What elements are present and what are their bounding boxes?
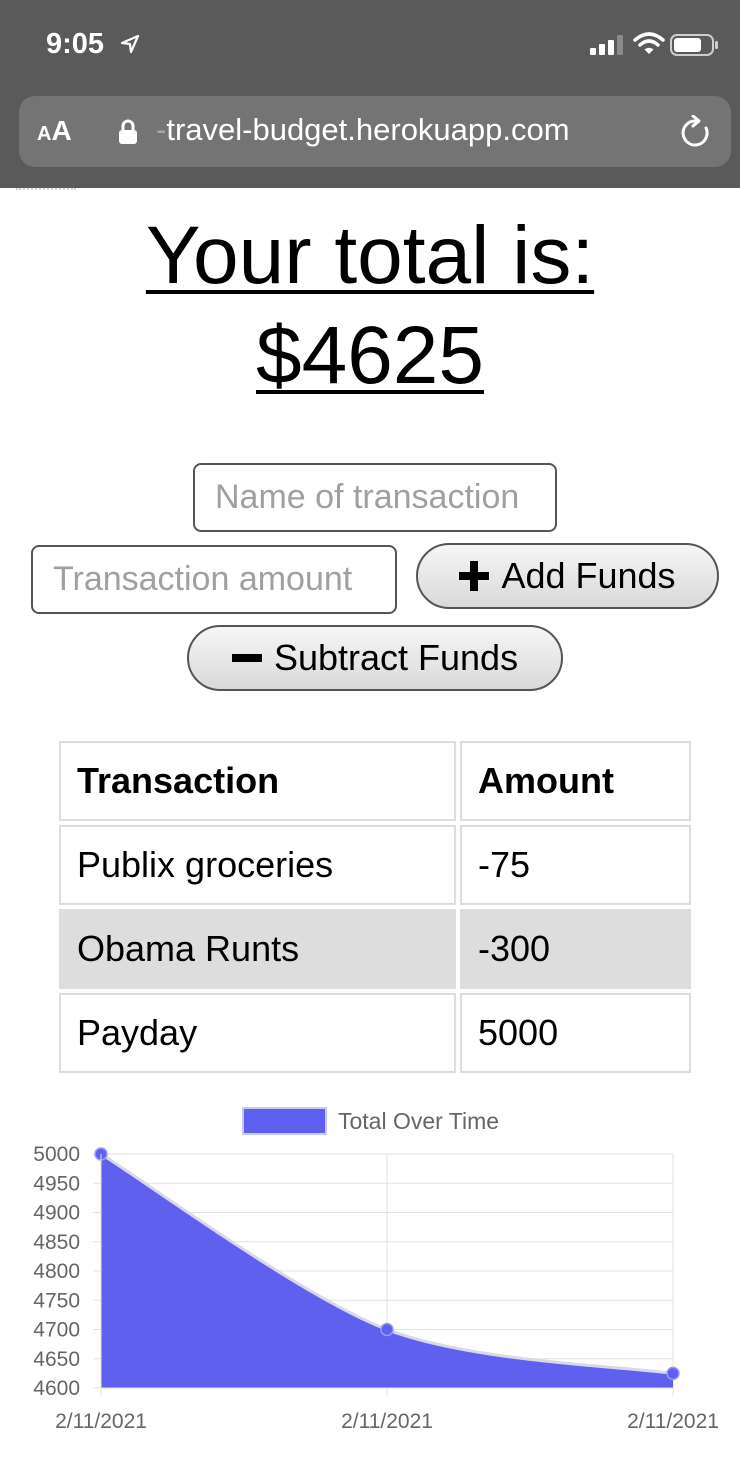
y-tick-label: 4650: [33, 1348, 80, 1371]
table-row: Publix groceries -75: [59, 825, 691, 905]
plus-icon: [459, 561, 490, 591]
transactions-table: Transaction Amount Publix groceries -75 …: [55, 737, 695, 1077]
lock-icon: [119, 119, 137, 144]
transaction-name: Obama Runts: [59, 909, 456, 989]
x-tick-label: 2/11/2021: [55, 1410, 147, 1433]
subtract-funds-label: Subtract Funds: [273, 637, 519, 678]
url-text[interactable]: -travel-budget.herokuapp.com: [156, 112, 570, 148]
total-amount: $4625: [255, 310, 485, 401]
text-size-button[interactable]: AA: [37, 115, 72, 147]
header-transaction: Transaction: [59, 741, 456, 821]
cellular-signal-icon: [590, 35, 623, 55]
table-row: Payday 5000: [59, 993, 691, 1073]
data-point: [380, 1322, 394, 1337]
subtract-funds-button[interactable]: Subtract Funds: [187, 625, 563, 691]
y-tick-label: 5000: [33, 1143, 80, 1166]
legend-label: Total Over Time: [338, 1108, 499, 1134]
y-tick-label: 4950: [33, 1172, 80, 1195]
y-tick-label: 4850: [33, 1231, 80, 1254]
minus-icon: [231, 654, 262, 662]
browser-chrome: 9:05 AA -travel-budget.herokuapp.com: [0, 0, 740, 188]
data-point: [666, 1366, 680, 1381]
table-row: Obama Runts -300: [59, 909, 691, 989]
y-tick-label: 4750: [33, 1289, 80, 1312]
location-arrow-icon: [120, 34, 140, 54]
total-over-time-chart: 5000 4950 4900 4850 4800 4750 4700 4650 4600 2/11…: [33, 1107, 719, 1433]
y-tick-label: 4700: [33, 1319, 80, 1342]
page-top-divider: [16, 188, 76, 190]
y-tick-label: 4900: [33, 1202, 80, 1225]
total-heading-label: Your total is:: [145, 210, 595, 301]
y-tick-label: 4800: [33, 1260, 80, 1283]
reload-icon[interactable]: [679, 115, 713, 151]
x-tick-label: 2/11/2021: [341, 1410, 433, 1433]
header-amount: Amount: [460, 741, 691, 821]
battery-icon: [670, 34, 718, 56]
wifi-icon: [633, 32, 665, 54]
add-funds-label: Add Funds: [501, 555, 676, 596]
transaction-amount-input[interactable]: [31, 545, 397, 614]
total-heading: Your total is: $4625: [0, 206, 740, 406]
legend-swatch: [242, 1107, 327, 1135]
transaction-name: Publix groceries: [59, 825, 456, 905]
table-header-row: Transaction Amount: [59, 741, 691, 821]
transaction-amount: 5000: [460, 993, 691, 1073]
y-tick-label: 4600: [33, 1377, 80, 1400]
x-tick-label: 2/11/2021: [627, 1410, 719, 1433]
status-time: 9:05: [46, 28, 105, 60]
transaction-name: Payday: [59, 993, 456, 1073]
address-bar[interactable]: AA -travel-budget.herokuapp.com: [19, 96, 731, 167]
transaction-amount: -75: [460, 825, 691, 905]
add-funds-button[interactable]: Add Funds: [416, 543, 719, 609]
transaction-amount: -300: [460, 909, 691, 989]
transaction-name-input[interactable]: [193, 463, 557, 532]
